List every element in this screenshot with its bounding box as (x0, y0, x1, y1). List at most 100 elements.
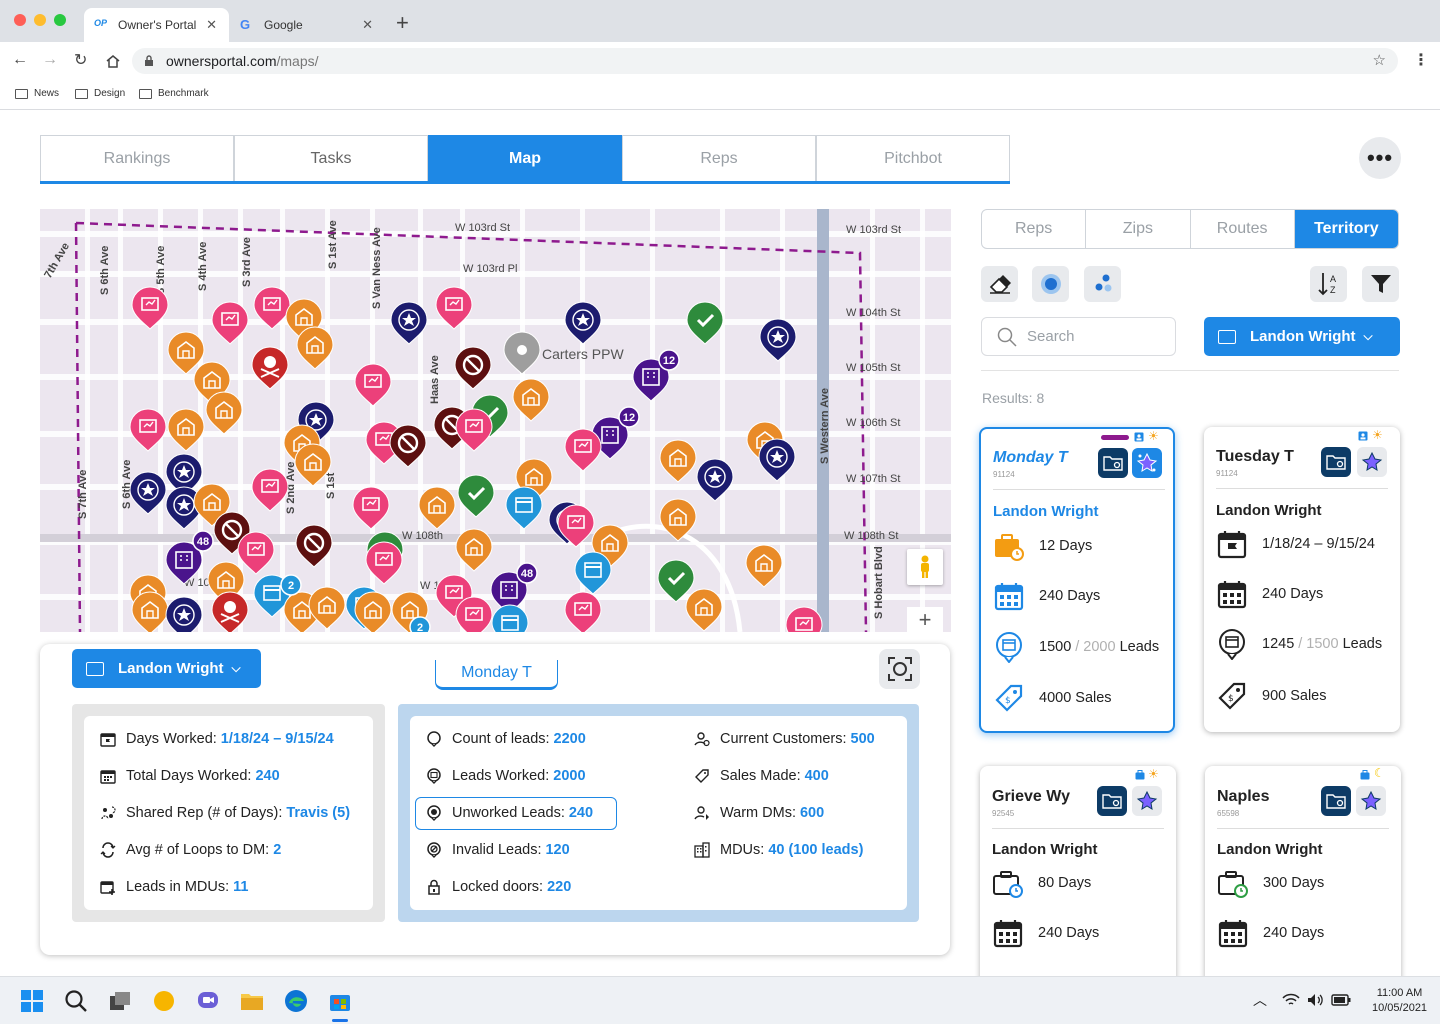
filter-button[interactable] (1362, 266, 1399, 302)
cluster-points-button[interactable] (1084, 266, 1121, 302)
screenshot-scan-button[interactable] (879, 649, 920, 689)
draw-circle-button[interactable] (1032, 266, 1069, 302)
battery-icon[interactable] (1331, 994, 1351, 1006)
bookmark-news[interactable]: News (15, 88, 59, 99)
map-marker[interactable] (505, 486, 543, 530)
chat-icon[interactable] (196, 989, 220, 1013)
folder-settings-button[interactable] (1098, 448, 1128, 478)
map-marker[interactable] (759, 318, 797, 362)
new-tab-icon[interactable]: + (396, 12, 409, 34)
folder-settings-button[interactable] (1321, 447, 1351, 477)
widgets-icon[interactable] (152, 989, 176, 1013)
back-icon[interactable]: ← (12, 51, 28, 69)
map-marker[interactable] (418, 486, 456, 530)
close-tab-icon[interactable]: ✕ (362, 17, 373, 33)
eraser-button[interactable] (981, 266, 1018, 302)
tab-tasks[interactable]: Tasks (234, 135, 428, 181)
map-marker[interactable] (696, 458, 734, 502)
stat-row[interactable]: Unworked Leads: 240 (426, 805, 593, 821)
close-window-icon[interactable] (14, 14, 26, 26)
active-app-indicator (332, 1019, 348, 1022)
territory-map[interactable]: W 103rd St W 103rd Pl W 103rd St W 104th St… (40, 209, 951, 632)
route-card-naples[interactable]: ☾ Naples 65598 Landon Wright 300 Days 24… (1205, 766, 1401, 1006)
more-options-button[interactable]: ••• (1359, 137, 1401, 179)
volume-icon[interactable] (1307, 993, 1325, 1007)
map-marker[interactable] (512, 378, 550, 422)
map-marker[interactable] (237, 531, 275, 575)
browser-menu-icon[interactable]: ⋮ (1413, 50, 1429, 70)
map-marker[interactable] (352, 486, 390, 530)
rep-dropdown-bottom[interactable]: Landon Wright ⌵ (72, 649, 261, 688)
street-view-pegman-icon[interactable] (907, 549, 943, 585)
file-explorer-icon[interactable] (240, 989, 264, 1013)
map-marker[interactable] (455, 596, 493, 632)
map-marker[interactable] (564, 301, 602, 345)
segment-territory[interactable]: Territory (1294, 210, 1398, 248)
map-marker[interactable] (745, 544, 783, 588)
segment-reps[interactable]: Reps (982, 210, 1087, 248)
browser-tab-google[interactable]: G Google ✕ (230, 8, 385, 42)
tab-pitchbot[interactable]: Pitchbot (816, 135, 1010, 181)
chevron-up-icon[interactable]: ︿ (1253, 990, 1267, 1010)
route-card-tuesday-t[interactable]: ☀ Tuesday T 91124 Landon Wright 1/18/24 … (1204, 427, 1400, 732)
edge-browser-icon[interactable] (284, 989, 308, 1013)
bookmark-benchmark[interactable]: Benchmark (139, 88, 209, 99)
segment-routes[interactable]: Routes (1191, 210, 1295, 248)
search-icon[interactable] (64, 989, 88, 1013)
reload-icon[interactable]: ↻ (74, 50, 87, 70)
tab-reps[interactable]: Reps (622, 135, 816, 181)
route-map-button[interactable] (1357, 447, 1387, 477)
zoom-in-button[interactable]: + (907, 607, 943, 633)
folder-settings-button[interactable] (1097, 786, 1127, 816)
folder-icon (139, 88, 152, 99)
stat-label: Count of leads: (452, 731, 550, 747)
route-tab-monday-t[interactable]: Monday T (435, 660, 558, 690)
tag-icon: $ (1218, 682, 1246, 710)
close-tab-icon[interactable]: ✕ (206, 17, 217, 33)
route-map-button[interactable] (1132, 448, 1162, 478)
browser-tab-owners-portal[interactable]: OP Owner's Portal ✕ (84, 8, 229, 42)
stat-row: MDUs: 40 (100 leads) (694, 842, 863, 858)
map-marker[interactable] (659, 439, 697, 483)
tab-rankings[interactable]: Rankings (40, 135, 234, 181)
map-marker[interactable] (758, 438, 796, 482)
task-view-icon[interactable] (108, 989, 132, 1013)
sort-az-icon: AZ (1317, 273, 1336, 296)
segment-zips[interactable]: Zips (1086, 210, 1191, 248)
map-marker[interactable] (354, 363, 392, 407)
territory-search-input[interactable]: Search (981, 317, 1176, 356)
wifi-icon[interactable] (1282, 993, 1300, 1007)
sort-az-button[interactable]: AZ (1310, 266, 1347, 302)
url-input[interactable]: ownersportal.com/maps/ ☆ (132, 48, 1398, 74)
map-marker[interactable] (564, 591, 602, 632)
calendar-flag-icon (100, 733, 116, 747)
minimize-window-icon[interactable] (34, 14, 46, 26)
map-marker[interactable] (785, 606, 823, 632)
map-marker[interactable] (165, 596, 203, 632)
forward-icon[interactable]: → (42, 51, 58, 69)
map-marker[interactable] (205, 391, 243, 435)
route-map-button[interactable] (1132, 786, 1162, 816)
maximize-window-icon[interactable] (54, 14, 66, 26)
tab-map[interactable]: Map (428, 135, 622, 181)
taskbar-clock[interactable]: 11:00 AM 10/05/2021 (1372, 986, 1427, 1016)
windows-start-icon[interactable] (20, 989, 44, 1013)
rep-dropdown-right[interactable]: Landon Wright ⌵ (1204, 317, 1400, 356)
map-marker[interactable] (564, 428, 602, 472)
street-label: S Hobart Blvd (873, 546, 885, 619)
card-row-total-days: 240 Days (1217, 917, 1324, 949)
folder-settings-button[interactable] (1321, 786, 1351, 816)
store-icon[interactable] (328, 989, 352, 1013)
route-card-grieve-wy[interactable]: ☀ Grieve Wy 92545 Landon Wright 80 Days … (980, 766, 1176, 1006)
home-icon[interactable] (105, 54, 121, 69)
stat-row: Sales Made: 400 (694, 768, 829, 784)
map-marker[interactable] (685, 588, 723, 632)
map-marker[interactable] (686, 301, 724, 345)
route-map-button[interactable] (1356, 786, 1386, 816)
bookmark-star-icon[interactable]: ☆ (1373, 48, 1386, 74)
route-card-monday-t[interactable]: ☀ Monday T 91124 Landon Wright 12 Days 2… (979, 427, 1175, 733)
svg-text:$: $ (1005, 696, 1011, 706)
place-pin-icon[interactable] (503, 331, 541, 375)
divider (992, 828, 1164, 829)
bookmark-design[interactable]: Design (75, 88, 125, 99)
